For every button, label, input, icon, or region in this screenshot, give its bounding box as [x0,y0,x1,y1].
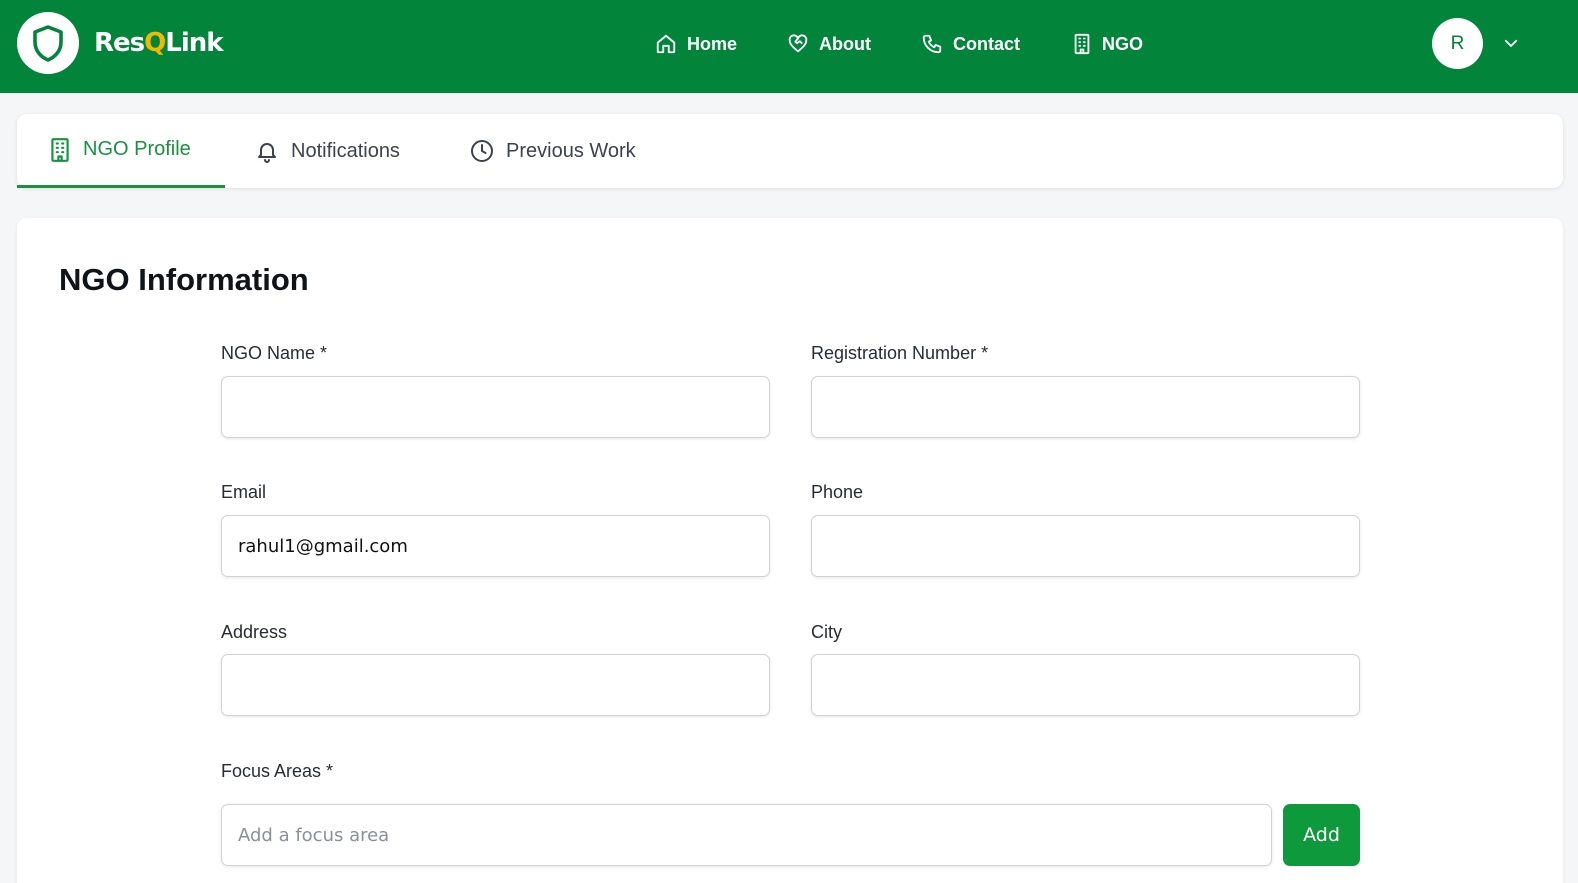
main-nav: Home About Contact NGO [655,28,1143,60]
registration-number-input[interactable] [811,376,1360,438]
brand-part-q: Q [144,28,166,58]
clock-icon [471,140,493,162]
email-label: Email [221,482,267,502]
heart-handshake-icon [788,34,808,53]
nav-ngo[interactable]: NGO [1072,28,1143,60]
nav-about[interactable]: About [787,28,871,60]
focus-area-input[interactable] [221,804,1272,866]
section-title: NGO Information [59,262,309,297]
top-navbar: ResQLink Home About Contact NGO R [0,0,1578,93]
ngo-name-label: NGO Name * [221,343,328,363]
ngo-information-card: NGO Information NGO Name * Registration … [17,218,1563,883]
nav-home[interactable]: Home [655,28,737,60]
add-focus-area-button[interactable]: Add [1283,804,1360,866]
user-menu-toggle[interactable] [1500,32,1522,54]
phone-icon [922,34,942,54]
nav-ngo-label: NGO [1102,33,1144,54]
brand-name[interactable]: ResQLink [94,25,224,61]
bell-icon [258,143,276,163]
tab-previous-work[interactable]: Previous Work [470,114,636,188]
ngo-name-input[interactable] [221,376,770,438]
tab-ngo-profile[interactable]: NGO Profile [17,114,225,188]
nav-contact[interactable]: Contact [921,28,1020,60]
address-field[interactable] [221,654,770,716]
brand-part-link: Link [165,28,223,58]
nav-contact-label: Contact [953,33,1020,54]
phone-field[interactable] [811,515,1360,577]
city-field[interactable] [811,654,1360,716]
shield-icon [33,25,63,62]
user-avatar[interactable]: R [1432,18,1483,69]
focus-areas-label: Focus Areas * [221,761,334,781]
address-label: Address [221,622,288,642]
home-icon [656,34,676,54]
nav-home-label: Home [687,33,738,54]
chevron-down-icon [1504,39,1518,47]
profile-tabs: NGO Profile Notifications Previous Work [17,114,1563,188]
building-icon [1074,33,1090,55]
tab-ngo-profile-label: NGO Profile [83,138,191,160]
building-icon [51,137,69,162]
tab-notifications[interactable]: Notifications [255,114,400,188]
brand-part-res: Res [94,28,145,58]
registration-number-label: Registration Number * [811,343,989,363]
tab-previous-work-label: Previous Work [506,139,636,162]
logo[interactable] [17,12,79,74]
phone-label: Phone [811,482,864,502]
city-label: City [811,622,842,642]
nav-about-label: About [819,33,871,54]
tab-notifications-label: Notifications [291,139,400,162]
email-field[interactable] [221,515,770,577]
